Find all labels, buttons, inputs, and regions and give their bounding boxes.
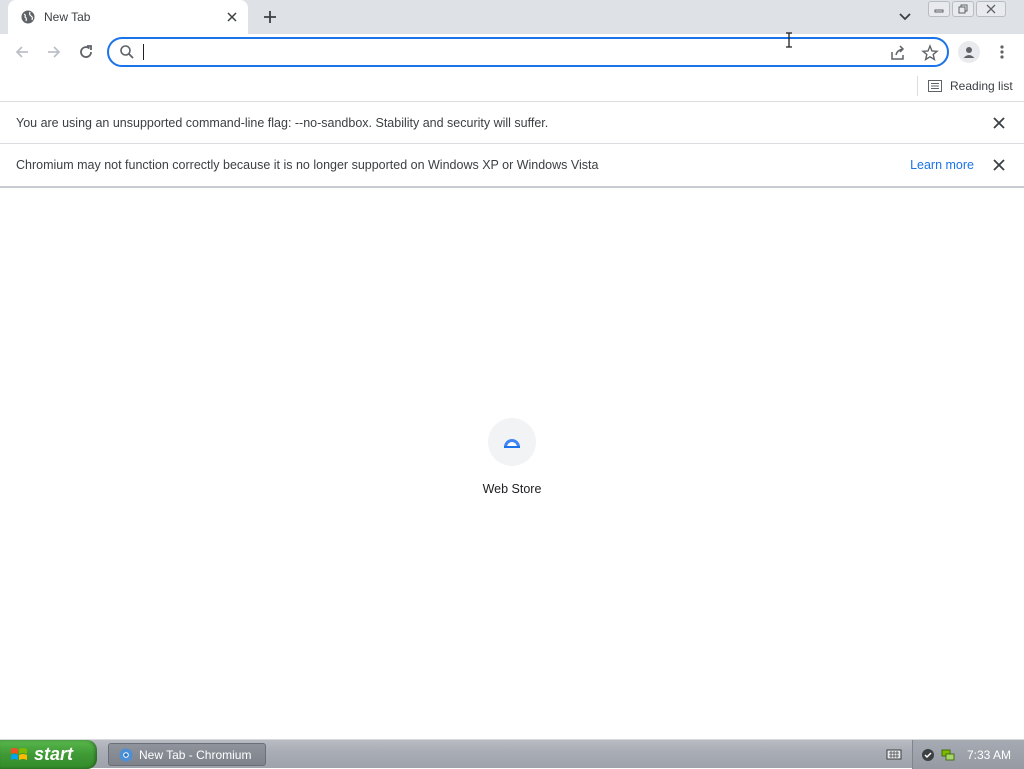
tab-close-icon[interactable]: [222, 7, 242, 27]
address-bar[interactable]: [107, 37, 949, 67]
arrow-right-icon: [48, 46, 61, 58]
infobar-unsupported-os: Chromium may not function correctly beca…: [0, 144, 1024, 188]
infobar-message: You are using an unsupported command-lin…: [16, 115, 549, 130]
close-icon: [986, 4, 996, 14]
taskbar-item-label: New Tab - Chromium: [139, 747, 252, 762]
shortcut-label: Web Store: [482, 482, 542, 496]
text-cursor-icon: [786, 32, 792, 48]
restore-icon: [958, 4, 968, 14]
taskbar-item-chromium[interactable]: New Tab - Chromium: [108, 743, 266, 766]
tab-search-button[interactable]: [894, 6, 916, 28]
infobar-message: Chromium may not function correctly beca…: [16, 158, 599, 172]
minimize-button[interactable]: [928, 1, 950, 17]
security-shield-icon[interactable]: [921, 748, 935, 762]
reload-icon: [80, 45, 92, 58]
chevron-down-icon: [899, 13, 911, 21]
shortcut-web-store[interactable]: Web Store: [467, 418, 557, 508]
arrow-left-icon: [15, 46, 28, 58]
chromium-icon: [119, 748, 133, 761]
plus-icon: [264, 11, 276, 23]
reading-list-icon: [928, 80, 942, 92]
search-icon: [120, 45, 134, 59]
tab-title: New Tab: [44, 10, 91, 24]
forward-button[interactable]: [42, 40, 66, 64]
web-store-icon: [504, 439, 520, 448]
address-input[interactable]: [139, 42, 879, 62]
keyboard-icon[interactable]: [886, 746, 902, 762]
taskbar: start New Tab - Chromium 7:33 AM: [0, 739, 1024, 769]
share-icon[interactable]: [889, 44, 907, 62]
minimize-icon: [934, 9, 944, 13]
text-caret: [143, 44, 144, 60]
profile-button[interactable]: [958, 41, 980, 63]
globe-icon: [20, 9, 36, 25]
network-icon[interactable]: [941, 748, 955, 762]
reading-list-label: Reading list: [950, 79, 1013, 93]
bookmarks-separator: [917, 76, 918, 96]
system-tray: 7:33 AM: [912, 740, 1024, 769]
start-button[interactable]: start: [0, 740, 97, 769]
bookmark-star-icon[interactable]: [921, 44, 939, 62]
back-button[interactable]: [10, 40, 34, 64]
reading-list-button[interactable]: Reading list: [928, 75, 1013, 97]
windows-logo-icon: [11, 747, 27, 760]
reload-button[interactable]: [74, 40, 98, 64]
infobar-no-sandbox: You are using an unsupported command-lin…: [0, 102, 1024, 144]
bookmarks-bar: Reading list: [0, 70, 1024, 102]
tab-new-tab[interactable]: New Tab: [8, 0, 248, 34]
tab-strip: New Tab: [0, 0, 1024, 34]
window-close-button[interactable]: [976, 1, 1006, 17]
learn-more-link[interactable]: Learn more: [910, 158, 974, 172]
browser-toolbar: [0, 34, 1024, 70]
new-tab-page: Web Store: [0, 188, 1024, 739]
restore-button[interactable]: [952, 1, 974, 17]
window-controls: [928, 1, 1006, 17]
start-label: start: [34, 744, 74, 764]
clock: 7:33 AM: [967, 747, 1012, 762]
shortcut-tile: [488, 418, 536, 466]
more-vert-icon: [1000, 45, 1004, 59]
new-tab-button[interactable]: [258, 6, 282, 28]
browser-menu-button[interactable]: [992, 41, 1012, 63]
infobar-close-icon[interactable]: [990, 156, 1008, 174]
infobar-close-icon[interactable]: [990, 114, 1008, 132]
avatar-icon: [963, 47, 975, 58]
